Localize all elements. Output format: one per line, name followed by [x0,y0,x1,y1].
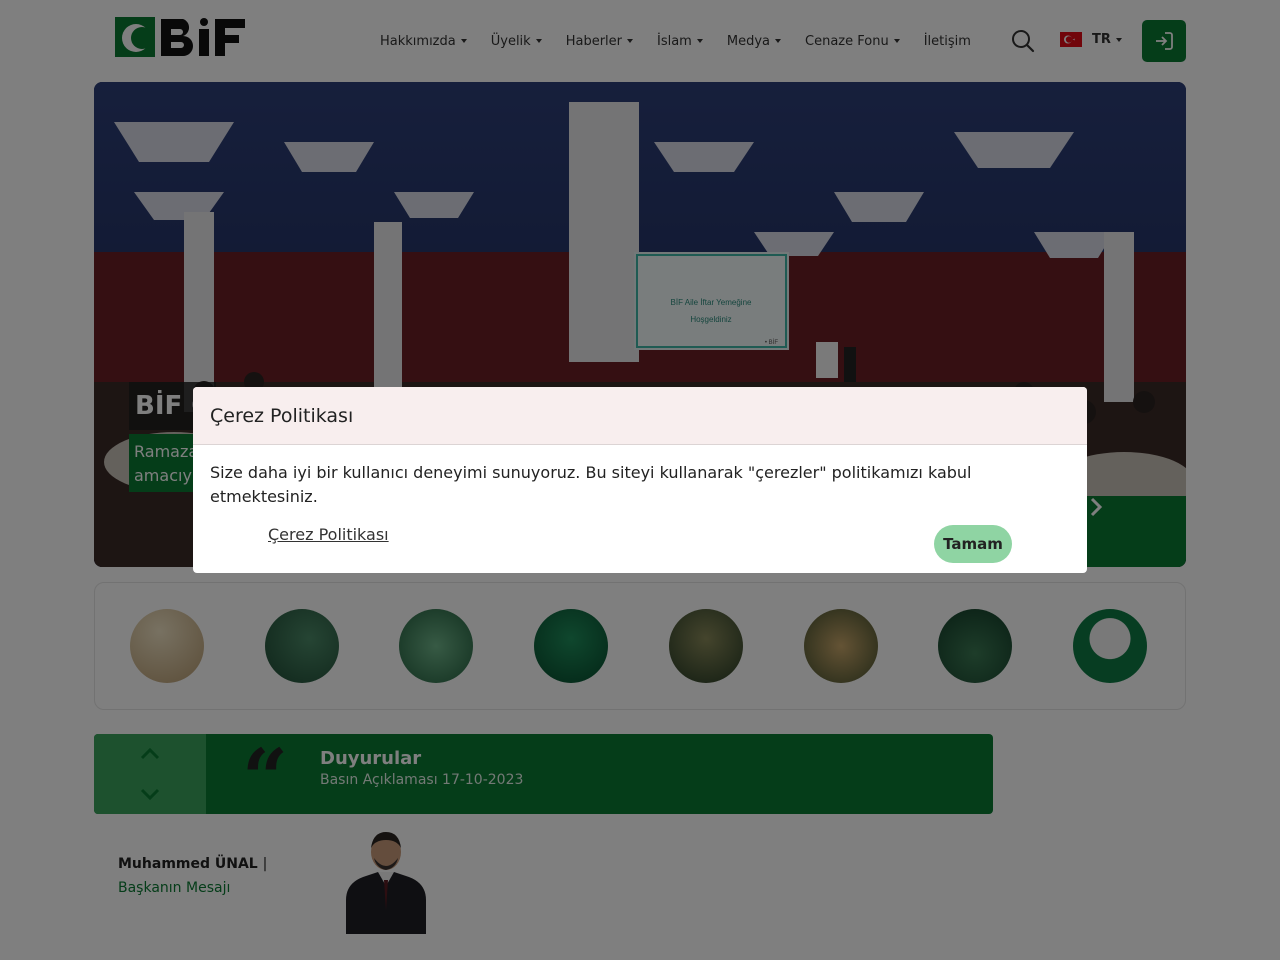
modal-title: Çerez Politikası [210,405,354,427]
modal-body-text: Size daha iyi bir kullanıcı deneyimi sun… [210,463,972,506]
accept-cookies-button[interactable]: Tamam [934,525,1012,563]
modal-header: Çerez Politikası [193,387,1087,445]
cookie-policy-modal: Çerez Politikası Size daha iyi bir kulla… [193,387,1087,573]
cookie-policy-link[interactable]: Çerez Politikası [268,525,389,544]
